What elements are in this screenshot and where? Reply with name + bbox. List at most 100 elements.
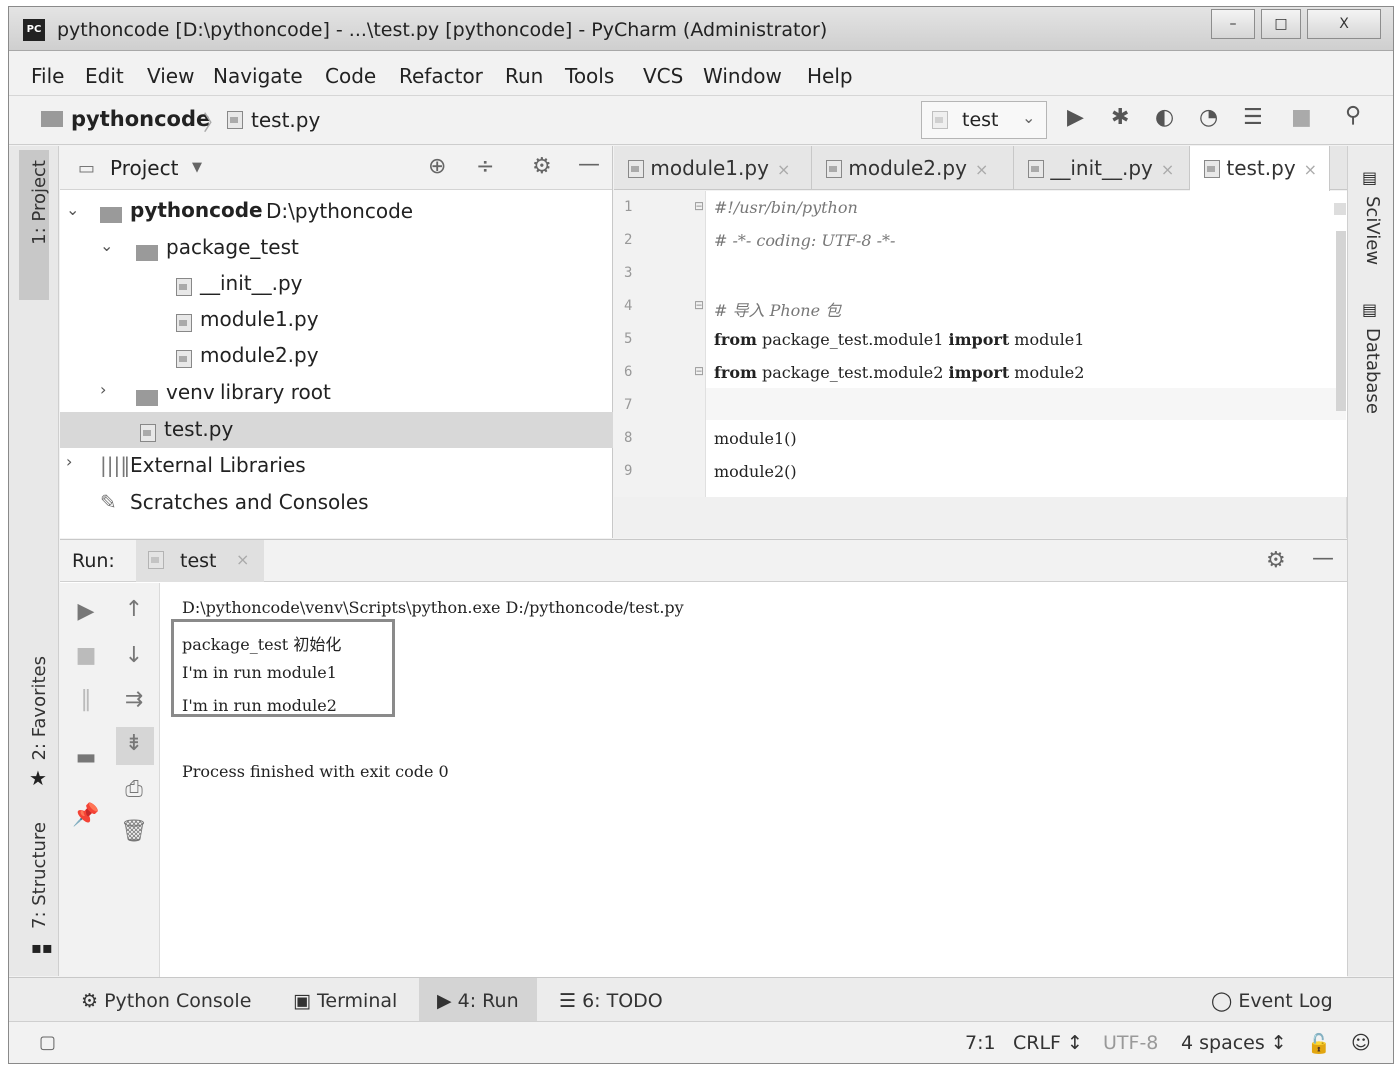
file-encoding[interactable]: UTF-8 [1103,1032,1158,1054]
menu-edit[interactable]: Edit [85,64,124,88]
caret-position[interactable]: 7:1 [965,1032,996,1054]
trash-icon[interactable]: 🗑 [114,819,154,844]
python-file-icon [140,420,156,444]
toggle-tool-windows-icon[interactable]: ▢ [39,1032,56,1053]
tool-window-favorites[interactable]: 2: Favorites [29,656,50,761]
menu-view[interactable]: View [147,64,194,88]
project-panel-header: ▭ Project ▼ ⊕ ÷ ⚙ — [60,146,612,190]
scroll-to-end-icon[interactable]: ⇟ [114,731,154,756]
tree-item-module2-py[interactable]: module2.py [200,343,319,367]
tree-item-module1-py[interactable]: module1.py [200,307,319,331]
run-config-select[interactable]: test ⌄ [921,101,1047,139]
debug-bug-icon[interactable]: ✱ [1111,105,1129,130]
close-icon[interactable]: × [1161,160,1174,179]
line-separator[interactable]: CRLF ↕ [1013,1032,1083,1054]
menu-window[interactable]: Window [703,64,782,88]
run-tool-tab[interactable]: ▶ 4: Run [437,990,519,1012]
package-folder-icon [136,240,158,264]
tab-test-active[interactable]: test.py × [1190,146,1330,191]
pause-icon[interactable]: ‖ [66,687,106,712]
tree-item-init-py[interactable]: __init__.py [200,271,303,295]
search-icon[interactable]: ⚲ [1345,103,1361,128]
tree-item-test-py[interactable]: test.py [164,417,233,441]
menu-code[interactable]: Code [325,64,376,88]
inspection-indicator[interactable] [1334,203,1346,215]
tree-item-pythoncode[interactable]: pythoncode [130,198,263,222]
pin-icon[interactable]: 📌 [66,803,106,828]
close-icon[interactable]: × [975,160,988,179]
minimize-button[interactable]: – [1211,9,1255,39]
menu-run[interactable]: Run [505,64,543,88]
fold-marker-icon[interactable]: ⊟ [694,298,704,312]
collapse-all-icon[interactable]: ÷ [476,154,494,179]
tree-item-scratches[interactable]: Scratches and Consoles [130,490,369,514]
hide-panel-icon[interactable]: — [1312,546,1334,571]
menu-vcs[interactable]: VCS [643,64,683,88]
arrow-up-icon[interactable]: ↑ [114,597,154,622]
chevron-right-icon[interactable]: › [66,452,72,471]
arrow-down-icon[interactable]: ↓ [114,643,154,668]
menu-help[interactable]: Help [807,64,853,88]
print-icon[interactable]: ⎙ [114,777,154,802]
run-tab-test[interactable]: test × [136,540,264,582]
editor-scrollbar[interactable] [1336,231,1346,411]
close-icon[interactable]: × [1304,160,1317,179]
breadcrumb-project[interactable]: pythoncode [71,107,210,131]
locate-target-icon[interactable]: ⊕ [428,154,446,179]
run-icon: ▶ [437,990,458,1012]
run-icon[interactable]: ▶ [1067,105,1084,130]
close-icon[interactable]: × [777,160,790,179]
gear-icon[interactable]: ⚙ [532,154,552,179]
tab-init[interactable]: __init__.py × [1014,146,1190,190]
python-console-label: Python Console [104,990,252,1012]
tool-window-database[interactable]: Database [1362,328,1383,414]
lock-icon[interactable]: 🔓 [1307,1032,1331,1055]
layout-icon[interactable]: ▬ [66,745,106,770]
chevron-right-icon[interactable]: › [100,380,106,399]
bottom-tool-bar: ⚙ Python Console ▣ Terminal ▶ 4: Run ☰ 6… [9,977,1393,1022]
code-import-name: module1 [1009,330,1085,349]
profile-icon[interactable]: ◔ [1199,105,1218,130]
soft-wrap-icon[interactable]: ⇉ [114,687,154,712]
project-panel: ▭ Project ▼ ⊕ ÷ ⚙ — ⌄ pythoncode D:\pyth… [60,146,613,538]
menu-tools[interactable]: Tools [565,64,614,88]
stop-icon[interactable]: ■ [66,643,106,668]
maximize-button[interactable]: □ [1261,9,1301,39]
tool-window-structure[interactable]: 7: Structure [29,822,50,929]
coverage-icon[interactable]: ◐ [1155,105,1174,130]
indent-setting[interactable]: 4 spaces ↕ [1181,1032,1287,1054]
chevron-down-icon[interactable]: ⌄ [100,236,113,255]
hide-panel-icon[interactable]: — [578,152,600,177]
keyword-import: import [948,330,1010,349]
tree-item-external-libraries[interactable]: External Libraries [130,453,306,477]
menu-file[interactable]: File [31,64,64,88]
tree-item-package-test[interactable]: package_test [166,235,299,259]
concurrency-icon[interactable]: ☰ [1243,105,1263,130]
terminal-tab[interactable]: ▣ Terminal [293,990,397,1012]
fold-marker-icon[interactable]: ⊟ [694,364,704,378]
chevron-down-icon[interactable]: ▼ [192,160,202,175]
menu-refactor[interactable]: Refactor [399,64,483,88]
python-console-tab[interactable]: ⚙ Python Console [81,990,251,1012]
rerun-icon[interactable]: ▶ [66,599,106,624]
close-button[interactable]: X [1307,9,1381,39]
fold-marker-icon[interactable]: ⊟ [694,199,704,213]
todo-tab[interactable]: ☰ 6: TODO [559,990,663,1012]
tree-item-venv[interactable]: venv [166,380,215,404]
project-view-title[interactable]: Project [110,156,178,180]
chevron-down-icon[interactable]: ⌄ [66,200,79,219]
close-icon[interactable]: × [236,550,249,569]
stop-icon[interactable]: ■ [1291,105,1312,130]
sciview-icon: ▤ [1362,168,1378,187]
breadcrumb-file[interactable]: test.py [251,108,320,132]
inspector-icon[interactable]: ☺ [1351,1032,1371,1054]
python-file-icon [176,346,192,370]
tool-window-project[interactable]: 1: Project [29,160,50,245]
tab-module1[interactable]: module1.py × [614,146,812,190]
tool-window-sciview[interactable]: SciView [1362,196,1383,265]
gear-icon[interactable]: ⚙ [1266,548,1286,573]
tab-module2[interactable]: module2.py × [812,146,1014,190]
event-log-tab[interactable]: ◯ Event Log [1211,990,1333,1012]
menu-navigate[interactable]: Navigate [213,64,303,88]
code-editor[interactable]: 1 2 3 4 5 6 7 8 9 ⊟ ⊟ ⊟ #!/usr/bin/pytho… [614,191,1347,497]
